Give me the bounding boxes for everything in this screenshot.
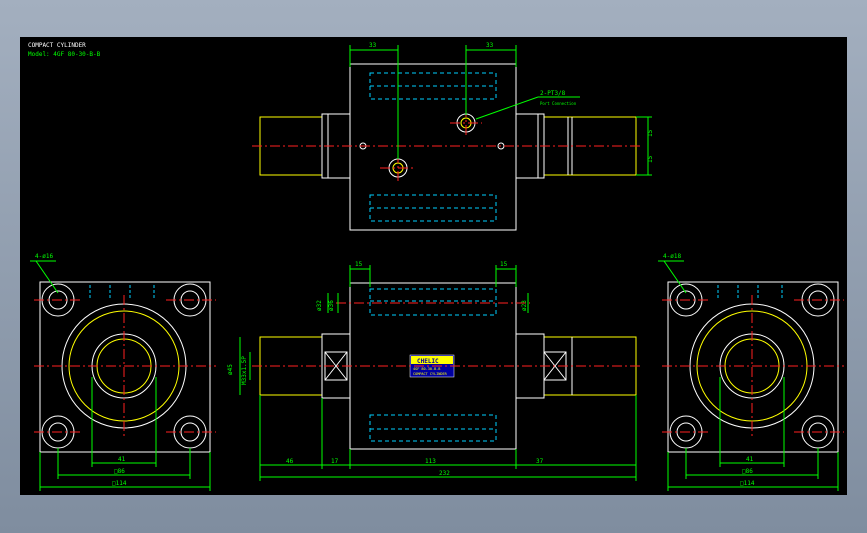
cad-drawing-area[interactable]: COMPACT CYLINDER Model: 4GF 80-30-B-B 33…: [20, 37, 847, 495]
nameplate-line2: COMPACT CYLINDER: [413, 372, 448, 376]
front-dia-vert: ø45: [227, 364, 234, 375]
front-dim-17: 17: [331, 458, 339, 465]
drawing-title: COMPACT CYLINDER: [28, 42, 86, 49]
left-holes: 4-ø16: [35, 253, 53, 260]
left-dim-86: □86: [114, 468, 125, 475]
cad-drawing: COMPACT CYLINDER Model: 4GF 80-30-B-B 33…: [28, 42, 844, 491]
front-dia-right: ø23: [521, 300, 528, 311]
nameplate-brand: CHELIC: [417, 358, 439, 365]
front-dim-top-right: 15: [500, 261, 508, 268]
top-dim-right: 33: [486, 42, 494, 49]
left-end-view: 4-ø16 41 □86 □114: [30, 253, 216, 491]
front-dim-top-left: 15: [355, 261, 363, 268]
front-dim-37: 37: [536, 458, 544, 465]
left-dim-114: □114: [112, 480, 127, 487]
front-dia-left: ø32: [316, 300, 323, 311]
top-dim-left: 33: [369, 42, 377, 49]
top-view: 33 33 2-PT3/8 Port Connection 15 15: [252, 42, 654, 231]
left-dim-41: 41: [118, 456, 126, 463]
front-thread: M33x1.5P: [241, 356, 248, 385]
right-end-view: 4-ø18 41 □86 □114: [658, 253, 844, 491]
right-holes: 4-ø18: [663, 253, 681, 260]
front-dim-46: 46: [286, 458, 294, 465]
port-label: 2-PT3/8: [540, 90, 566, 97]
right-dim-86: □86: [742, 468, 753, 475]
front-dia-left2: ø36: [328, 300, 335, 311]
nameplate-line1: 4GF 80-30-B-B: [413, 367, 440, 371]
right-dim-41: 41: [746, 456, 754, 463]
top-dim-v1: 15: [647, 129, 654, 137]
port-note: Port Connection: [540, 101, 577, 106]
front-dim-113: 113: [425, 458, 436, 465]
drawing-model: Model: 4GF 80-30-B-B: [28, 51, 101, 58]
front-view: CHELIC 4GF 80-30-B-B COMPACT CYLINDER 15…: [227, 261, 642, 481]
right-dim-114: □114: [740, 480, 755, 487]
front-dim-232: 232: [439, 470, 450, 477]
top-dim-v2: 15: [647, 155, 654, 163]
